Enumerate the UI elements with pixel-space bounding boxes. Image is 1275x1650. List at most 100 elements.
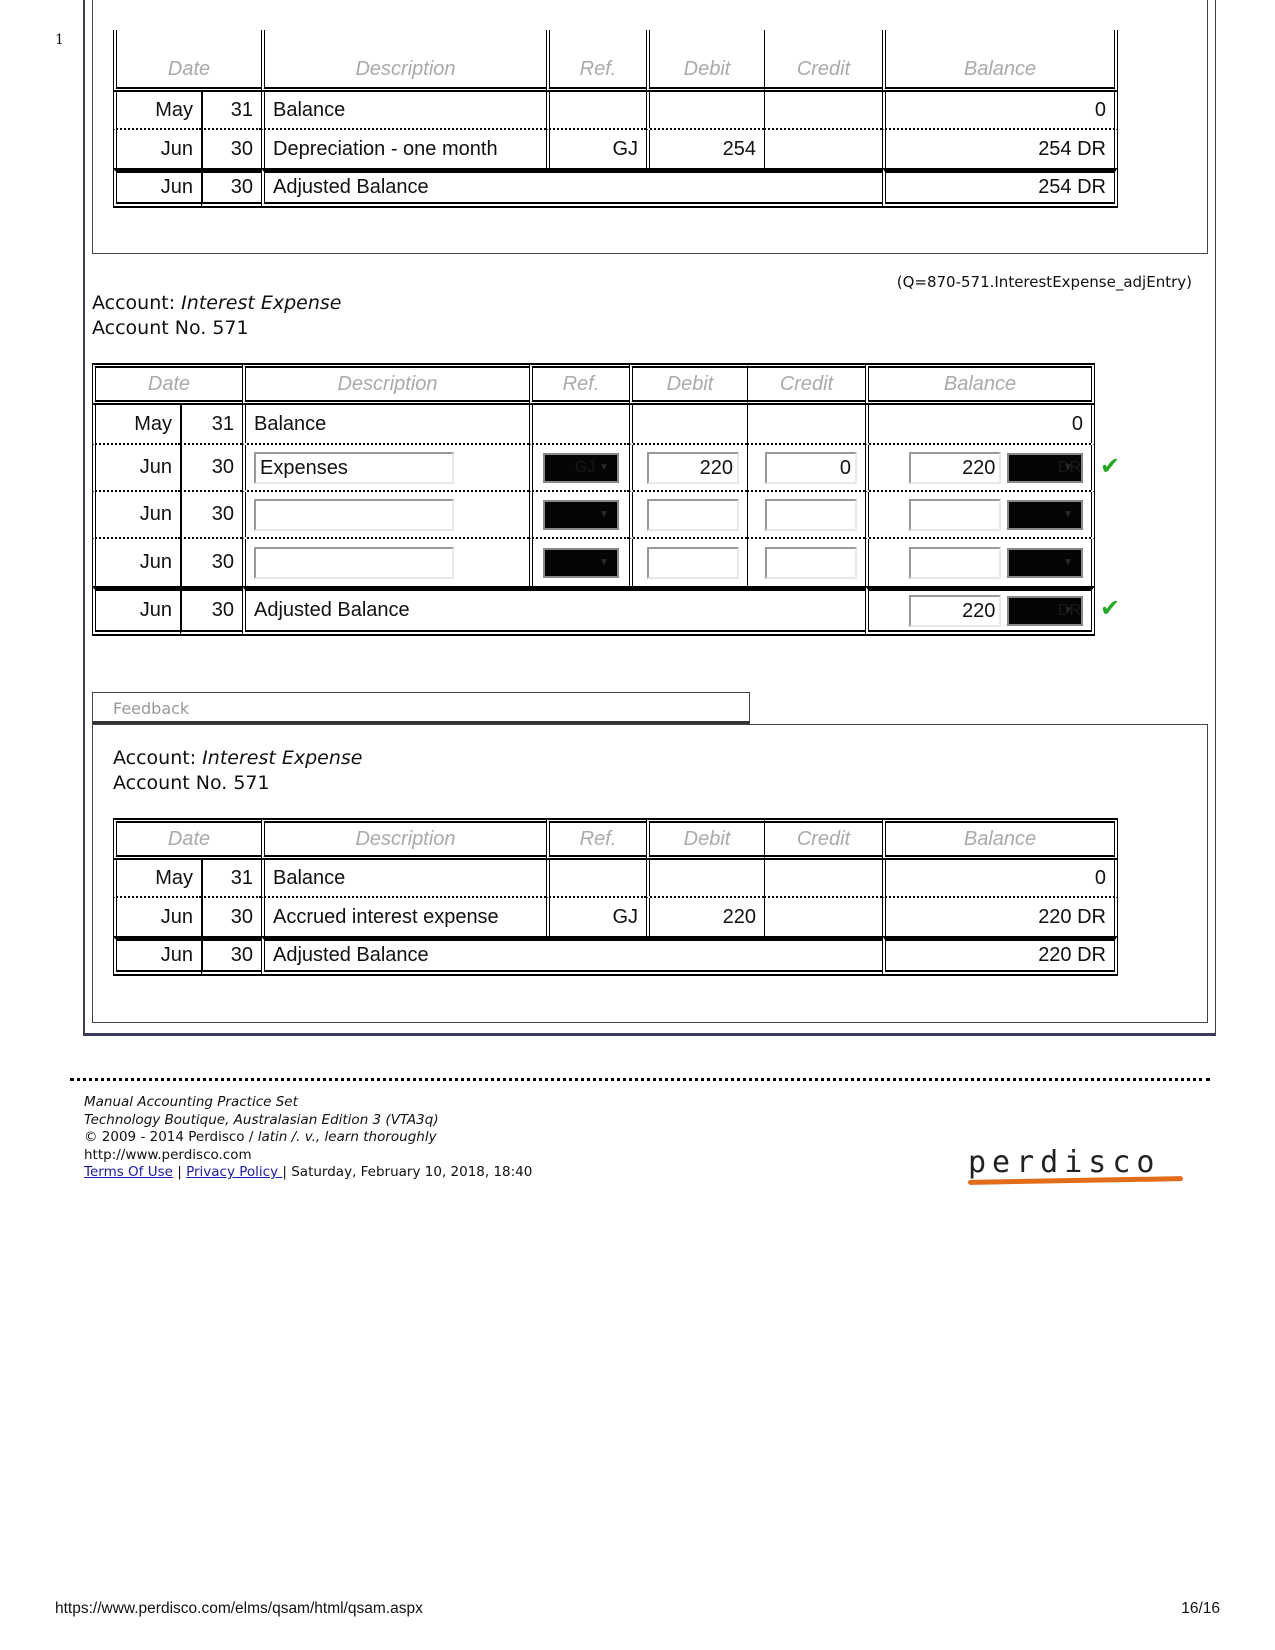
ref-select[interactable] [543, 547, 619, 578]
balance-input[interactable] [909, 546, 1002, 579]
footer-website: http://www.perdisco.com [84, 1146, 252, 1163]
terms-of-use-link[interactable]: Terms Of Use [84, 1164, 173, 1180]
row-ref: GJ [546, 130, 646, 168]
row-day: 30 [201, 898, 261, 936]
debit-input[interactable] [647, 546, 739, 579]
row-description: Balance [261, 92, 546, 130]
row-debit [646, 860, 764, 898]
row-month: Jun [113, 898, 201, 936]
row-month: Jun [113, 936, 201, 976]
entry-row: Jun 30 [92, 539, 1095, 586]
row-description: Depreciation - one month [261, 130, 546, 168]
table-row: Jun 30 Depreciation - one month GJ 254 2… [113, 130, 1118, 168]
balance-input[interactable] [909, 498, 1002, 531]
credit-input[interactable] [765, 546, 857, 579]
entry-row: Jun 30 [92, 492, 1095, 539]
row-month: Jun [92, 492, 180, 539]
account-name: Interest Expense [181, 292, 342, 314]
row-month: May [113, 860, 201, 898]
row-credit [764, 860, 882, 898]
row-month: Jun [113, 130, 201, 168]
row-balance: 0 [865, 405, 1095, 445]
row-description: Balance [261, 860, 546, 898]
row-debit [646, 92, 764, 130]
row-description: Adjusted Balance [261, 936, 882, 976]
col-header-description: Description [242, 363, 529, 405]
balance-input[interactable]: 220 [909, 451, 1002, 484]
col-header-debit: Debit [646, 818, 764, 860]
row-day: 31 [201, 92, 261, 130]
row-balance: 220 DR [882, 936, 1118, 976]
description-input[interactable] [254, 498, 454, 531]
row-month: Jun [113, 168, 201, 208]
row-balance: 254 DR [882, 130, 1118, 168]
row-description: Adjusted Balance [242, 586, 865, 636]
account-label: Account: [113, 747, 197, 769]
col-header-balance: Balance [882, 30, 1118, 92]
account-heading: Account: Interest Expense Account No. 57… [92, 291, 341, 341]
footer-timestamp: | Saturday, February 10, 2018, 18:40 [282, 1164, 533, 1180]
row-debit: 220 [646, 898, 764, 936]
previous-ledger-table: Date Description Ref. Debit Credit Balan… [113, 30, 1118, 208]
col-header-balance: Balance [882, 818, 1118, 860]
col-header-balance: Balance [865, 363, 1095, 405]
col-header-description: Description [261, 30, 546, 92]
row-month: Jun [92, 445, 180, 492]
footer-motto: latin /. v., learn thoroughly [257, 1129, 437, 1145]
footer-divider [70, 1078, 1210, 1081]
correct-check-icon: ✔ [1100, 594, 1121, 622]
adjusted-balance-input[interactable]: 220 [909, 594, 1002, 627]
row-day: 31 [201, 860, 261, 898]
adjusted-balance-row: Jun 30 Adjusted Balance 220 DR [92, 586, 1095, 636]
debit-input[interactable] [647, 498, 739, 531]
row-description: Adjusted Balance [261, 168, 882, 208]
page-marker: 1 [55, 32, 64, 48]
balance-side-select[interactable]: DR [1007, 452, 1083, 483]
row-month: May [92, 405, 180, 445]
adjusted-balance-side-select[interactable]: DR [1007, 595, 1083, 626]
row-debit: 254 [646, 130, 764, 168]
adjusted-balance-row: Jun 30 Adjusted Balance 254 DR [113, 168, 1118, 208]
row-day: 30 [201, 130, 261, 168]
col-header-debit: Debit [646, 30, 764, 92]
col-header-ref: Ref. [546, 818, 646, 860]
description-input[interactable]: Expenses [254, 451, 454, 484]
balance-side-select[interactable] [1007, 499, 1083, 530]
row-balance: 220 DR [882, 898, 1118, 936]
credit-input[interactable]: 0 [765, 451, 857, 484]
row-ref [546, 860, 646, 898]
col-header-description: Description [261, 818, 546, 860]
debit-input[interactable]: 220 [647, 451, 739, 484]
row-day: 30 [180, 586, 242, 636]
row-ref [546, 92, 646, 130]
row-description: Balance [242, 405, 529, 445]
ref-select[interactable] [543, 499, 619, 530]
credit-input[interactable] [765, 498, 857, 531]
row-day: 30 [180, 492, 242, 539]
adjusted-balance-row: Jun 30 Adjusted Balance 220 DR [113, 936, 1118, 976]
account-number: Account No. 571 [92, 317, 249, 339]
balance-side-select[interactable] [1007, 547, 1083, 578]
ref-select[interactable]: GJ [543, 452, 619, 483]
row-month: Jun [92, 586, 180, 636]
feedback-ledger-table: Date Description Ref. Debit Credit Balan… [113, 818, 1118, 976]
footer-separator: | [177, 1164, 182, 1180]
row-day: 30 [201, 168, 261, 208]
description-input[interactable] [254, 546, 454, 579]
row-credit [764, 92, 882, 130]
row-balance: 254 DR [882, 168, 1118, 208]
feedback-account-heading: Account: Interest Expense Account No. 57… [113, 746, 362, 796]
col-header-ref: Ref. [546, 30, 646, 92]
privacy-policy-link[interactable]: Privacy Policy [186, 1164, 282, 1180]
account-label: Account: [92, 292, 176, 314]
footer-product: Manual Accounting Practice Set [84, 1094, 298, 1110]
account-name: Interest Expense [202, 747, 363, 769]
col-header-debit: Debit [629, 363, 747, 405]
print-url: https://www.perdisco.com/elms/qsam/html/… [55, 1600, 423, 1617]
row-balance: 0 [882, 860, 1118, 898]
feedback-tab[interactable]: Feedback [92, 692, 750, 724]
footer-copyright: © 2009 - 2014 Perdisco / [84, 1129, 258, 1145]
col-header-date: Date [113, 818, 261, 860]
site-footer: Manual Accounting Practice Set Technolog… [84, 1094, 532, 1182]
row-day: 30 [180, 539, 242, 586]
